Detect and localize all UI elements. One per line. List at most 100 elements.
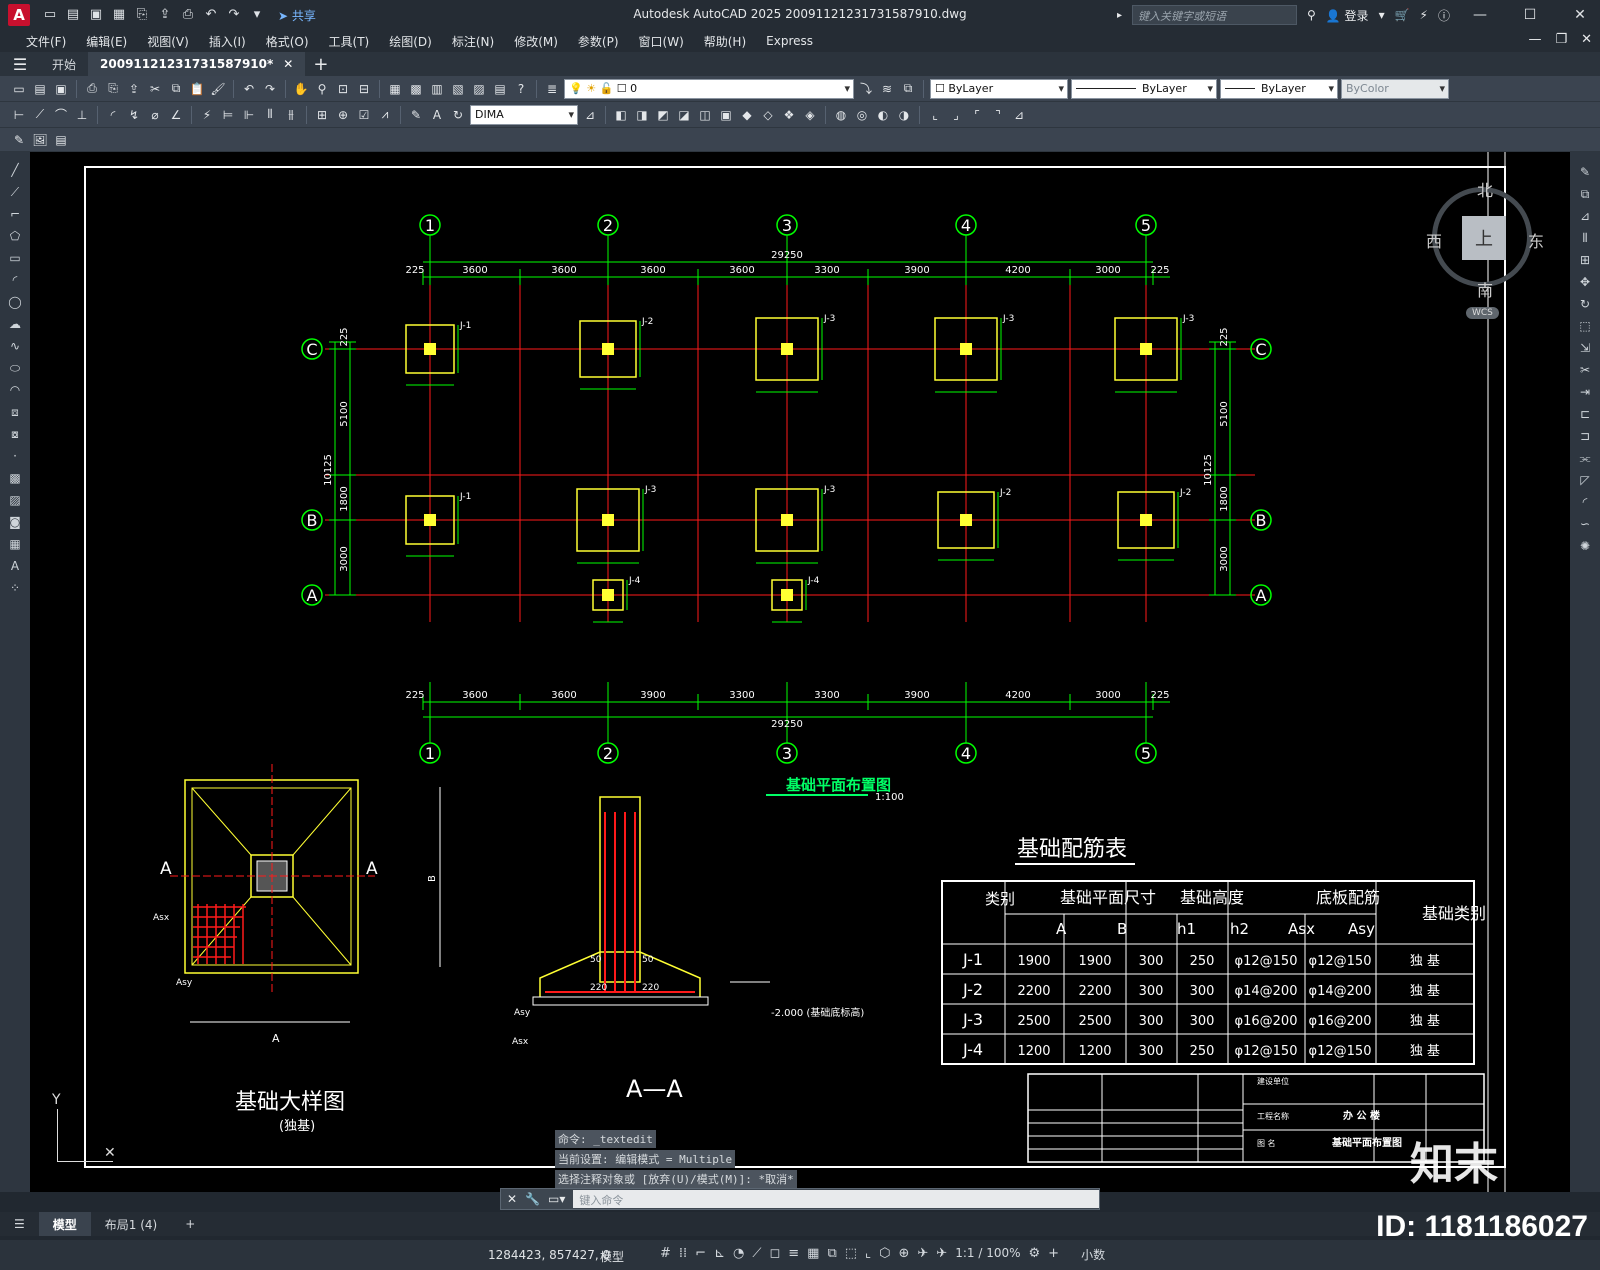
coordinates-readout[interactable]: 1284423, 857427, 0: [488, 1248, 610, 1262]
dropdown-icon[interactable]: ▾: [1379, 8, 1385, 22]
dynamic-ucs-icon[interactable]: ⌞: [865, 1246, 871, 1263]
region-icon[interactable]: ◙: [7, 514, 23, 530]
save-icon[interactable]: ▣: [52, 80, 70, 98]
doc-close-button[interactable]: ✕: [1581, 32, 1592, 47]
array-icon[interactable]: ⊞: [1577, 252, 1593, 268]
3d-osnap-icon[interactable]: ⬚: [845, 1246, 857, 1263]
user-icon[interactable]: 👤 登录: [1326, 7, 1369, 24]
search-input[interactable]: 键入关键字或短语: [1131, 5, 1297, 25]
point-icon[interactable]: ·: [7, 448, 23, 464]
spline-icon[interactable]: ∿: [7, 338, 23, 354]
color-dropdown[interactable]: ☐ ByLayer: [930, 78, 1068, 99]
dim-aligned-icon[interactable]: ⟋: [31, 106, 49, 124]
dim-radius-icon[interactable]: ◜: [104, 106, 122, 124]
tab-document[interactable]: 20091121231731587910* ✕: [88, 52, 306, 76]
doc-restore-button[interactable]: ❐: [1555, 32, 1567, 47]
view-se-icon[interactable]: ◇: [759, 106, 777, 124]
save-as-icon[interactable]: ▦: [111, 7, 127, 23]
grid-icon[interactable]: #: [660, 1246, 671, 1263]
text-icon[interactable]: ✎: [10, 131, 28, 149]
import-icon[interactable]: ⎘: [134, 7, 150, 23]
zoom-previous-icon[interactable]: ⊟: [355, 80, 373, 98]
redo-icon[interactable]: ↷: [226, 7, 242, 23]
zoom-window-icon[interactable]: ⊡: [334, 80, 352, 98]
isodraft-icon[interactable]: ⟋: [752, 1246, 761, 1263]
layer-dropdown[interactable]: 💡 ☀ 🔓 ☐ 0: [564, 78, 854, 99]
jog-line-icon[interactable]: ⩘: [376, 106, 394, 124]
menu-window[interactable]: 窗口(W): [629, 33, 694, 50]
command-input[interactable]: 键入命令: [573, 1190, 1099, 1208]
layer-manager-icon[interactable]: ≣: [543, 80, 561, 98]
rotate-icon[interactable]: ↻: [1577, 296, 1593, 312]
open-icon[interactable]: ▤: [65, 7, 81, 23]
publish-icon[interactable]: ⇪: [125, 80, 143, 98]
ucs-icon[interactable]: ⌞: [926, 106, 944, 124]
help-icon[interactable]: ⓘ: [1438, 7, 1450, 24]
plot-icon[interactable]: ⎙: [180, 7, 196, 23]
inspect-icon[interactable]: ☑: [355, 106, 373, 124]
gizmo-icon[interactable]: ⊕: [898, 1246, 909, 1263]
layer-previous-icon[interactable]: ≋: [878, 80, 896, 98]
view-back-icon[interactable]: ▣: [717, 106, 735, 124]
new-icon[interactable]: ▭: [42, 7, 58, 23]
dim-baseline-icon[interactable]: ⊨: [219, 106, 237, 124]
design-center-icon[interactable]: ▩: [407, 80, 425, 98]
table-icon[interactable]: ▦: [7, 536, 23, 552]
fillet-icon[interactable]: ◜: [1577, 494, 1593, 510]
redo-icon[interactable]: ↷: [261, 80, 279, 98]
viewcube[interactable]: 上 北 南 西 东 WCS: [1400, 167, 1550, 319]
quick-dim-icon[interactable]: ⚡: [198, 106, 216, 124]
minimize-button[interactable]: —: [1460, 7, 1500, 23]
erase-icon[interactable]: ✎: [1577, 164, 1593, 180]
plotstyle-dropdown[interactable]: ByColor: [1341, 78, 1449, 99]
view-sw-icon[interactable]: ◆: [738, 106, 756, 124]
ortho-icon[interactable]: ⊾: [714, 1246, 725, 1263]
copy-icon[interactable]: ⧉: [167, 80, 185, 98]
dim-text-edit-icon[interactable]: A: [428, 106, 446, 124]
menu-parametric[interactable]: 参数(P): [568, 33, 629, 50]
menu-express[interactable]: Express: [756, 34, 823, 48]
ucs-face-icon[interactable]: ⌝: [989, 106, 1007, 124]
make-block-icon[interactable]: ⧇: [7, 426, 23, 442]
transparency-icon[interactable]: ▦: [807, 1246, 819, 1263]
viewcube-face[interactable]: 上: [1462, 216, 1506, 260]
view-left-icon[interactable]: ◩: [654, 106, 672, 124]
mtext-icon[interactable]: A: [7, 558, 23, 574]
ucs-previous-icon[interactable]: ⌜: [968, 106, 986, 124]
menu-dimension[interactable]: 标注(N): [442, 33, 504, 50]
center-mark-icon[interactable]: ⊕: [334, 106, 352, 124]
sheet-set-icon[interactable]: ▧: [449, 80, 467, 98]
autodesk-app-icon[interactable]: ⚡: [1420, 8, 1428, 22]
menu-insert[interactable]: 插入(I): [199, 33, 256, 50]
view-right-icon[interactable]: ◪: [675, 106, 693, 124]
revcloud-icon[interactable]: ☁: [7, 316, 23, 332]
view-front-icon[interactable]: ◫: [696, 106, 714, 124]
visual-style-hidden-icon[interactable]: ◐: [874, 106, 892, 124]
customize-command-icon[interactable]: 🔧: [525, 1192, 540, 1206]
make-current-icon[interactable]: ⤵: [857, 80, 875, 98]
ucs-world-icon[interactable]: ⌟: [947, 106, 965, 124]
dim-arc-icon[interactable]: ⌒: [52, 106, 70, 124]
trim-icon[interactable]: ✂: [1577, 362, 1593, 378]
dim-break-icon[interactable]: ⫵: [282, 106, 300, 124]
tab-layout1[interactable]: 布局1 (4): [91, 1212, 171, 1236]
dim-diameter-icon[interactable]: ⌀: [146, 106, 164, 124]
drawing-canvas[interactable]: 1 1 2 2 3 3 4 4 5 5 C C B B A A 225 3600 3600 3600 3600 3300 3…: [30, 152, 1570, 1192]
share-button[interactable]: ➤ 共享: [278, 7, 316, 24]
tool-palettes-icon[interactable]: ▥: [428, 80, 446, 98]
ellipse-arc-icon[interactable]: ◠: [7, 382, 23, 398]
ucs-view-icon[interactable]: ⊿: [1010, 106, 1028, 124]
cart-icon[interactable]: 🛒: [1395, 8, 1410, 22]
rectangle-icon[interactable]: ▭: [7, 250, 23, 266]
viewcube-east[interactable]: 东: [1528, 228, 1544, 252]
stack-icon[interactable]: ▤: [52, 131, 70, 149]
tab-model[interactable]: 模型: [38, 1212, 91, 1236]
extend-icon[interactable]: ⇥: [1577, 384, 1593, 400]
model-space-button[interactable]: 模型: [600, 1248, 624, 1265]
qnew-icon[interactable]: ▭: [10, 80, 28, 98]
dim-continue-icon[interactable]: ⊩: [240, 106, 258, 124]
menu-tools[interactable]: 工具(T): [319, 33, 380, 50]
save-icon[interactable]: ▣: [88, 7, 104, 23]
join-icon[interactable]: ⫘: [1577, 450, 1593, 466]
explode-icon[interactable]: ✺: [1577, 538, 1593, 554]
